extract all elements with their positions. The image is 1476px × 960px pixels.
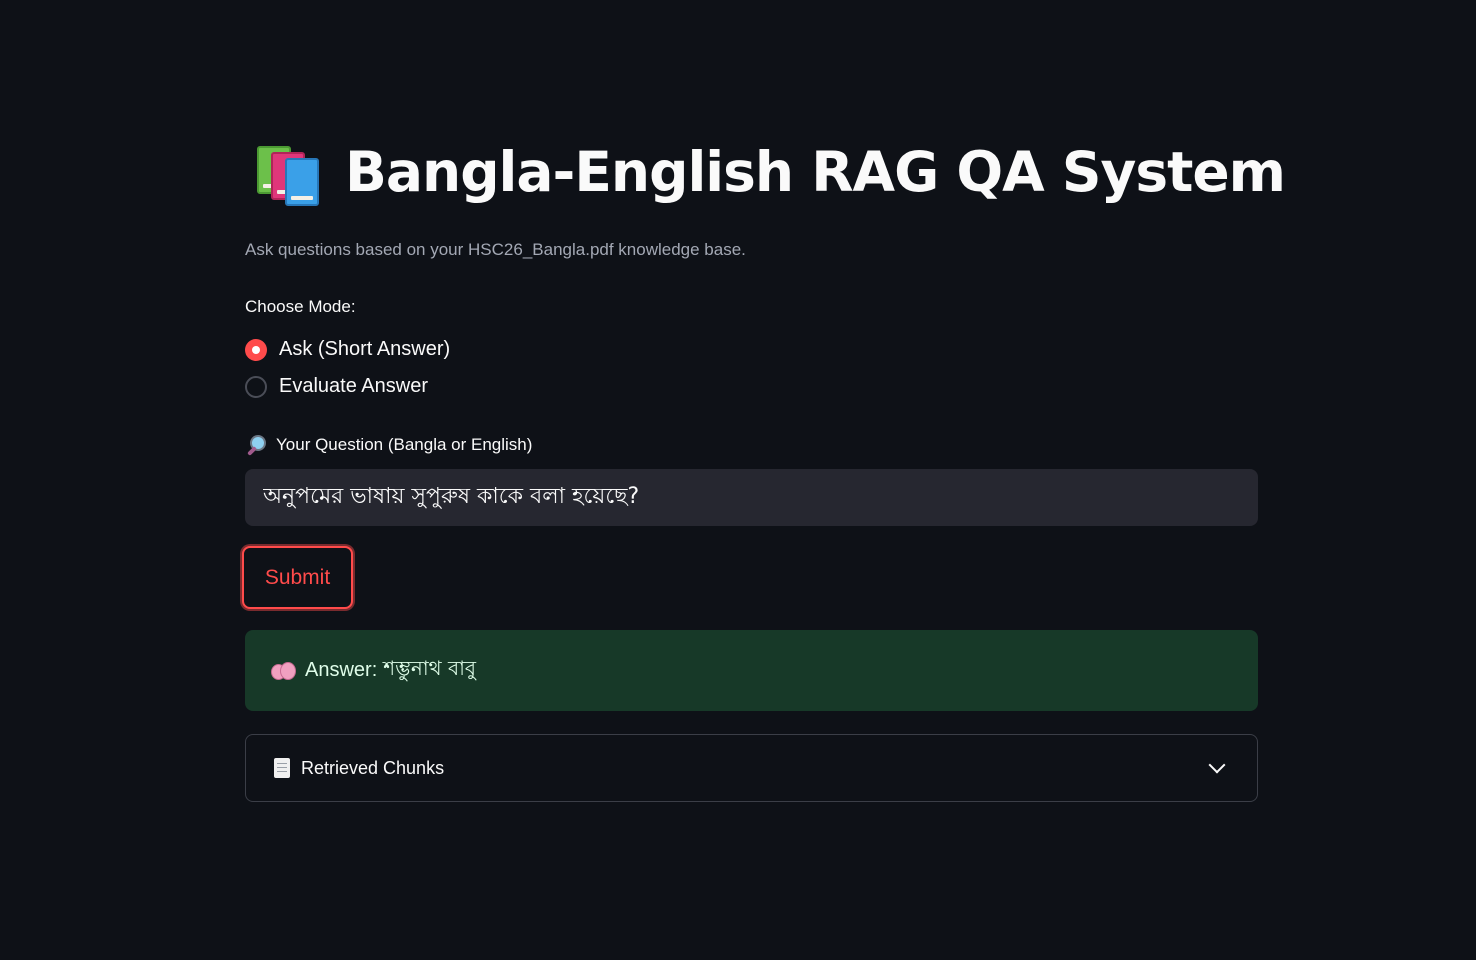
expander-label: Retrieved Chunks [301,757,445,778]
book-blue [285,158,319,206]
question-label-text: Your Question (Bangla or English) [276,435,533,454]
radio-option-ask[interactable]: Ask (Short Answer) [245,338,450,361]
document-icon [274,758,290,778]
question-label: Your Question (Bangla or English) [245,434,532,456]
brain-icon [271,661,296,681]
title-row: Bangla-English RAG QA System [255,140,1286,206]
radio-option-evaluate[interactable]: Evaluate Answer [245,375,428,398]
radio-option-label: Evaluate Answer [279,375,428,397]
page-title: Bangla-English RAG QA System [345,140,1286,204]
mode-label: Choose Mode: [245,297,356,316]
magnifying-glass-icon [245,434,267,456]
radio-option-label: Ask (Short Answer) [279,338,451,360]
question-input[interactable] [245,469,1258,526]
chevron-down-icon[interactable] [1208,756,1226,774]
radio-unchecked-icon[interactable] [245,375,267,398]
submit-button[interactable]: Submit [242,546,353,609]
page-subtitle: Ask questions based on your HSC26_Bangla… [245,240,746,259]
answer-box: Answer: শম্ভুনাথ বাবু [245,630,1258,711]
books-icon [255,140,325,206]
radio-checked-icon[interactable] [245,338,267,361]
retrieved-chunks-expander[interactable]: Retrieved Chunks [245,734,1258,802]
answer-text: শম্ভুনাথ বাবু [383,656,477,680]
answer-prefix: Answer: [305,659,378,681]
